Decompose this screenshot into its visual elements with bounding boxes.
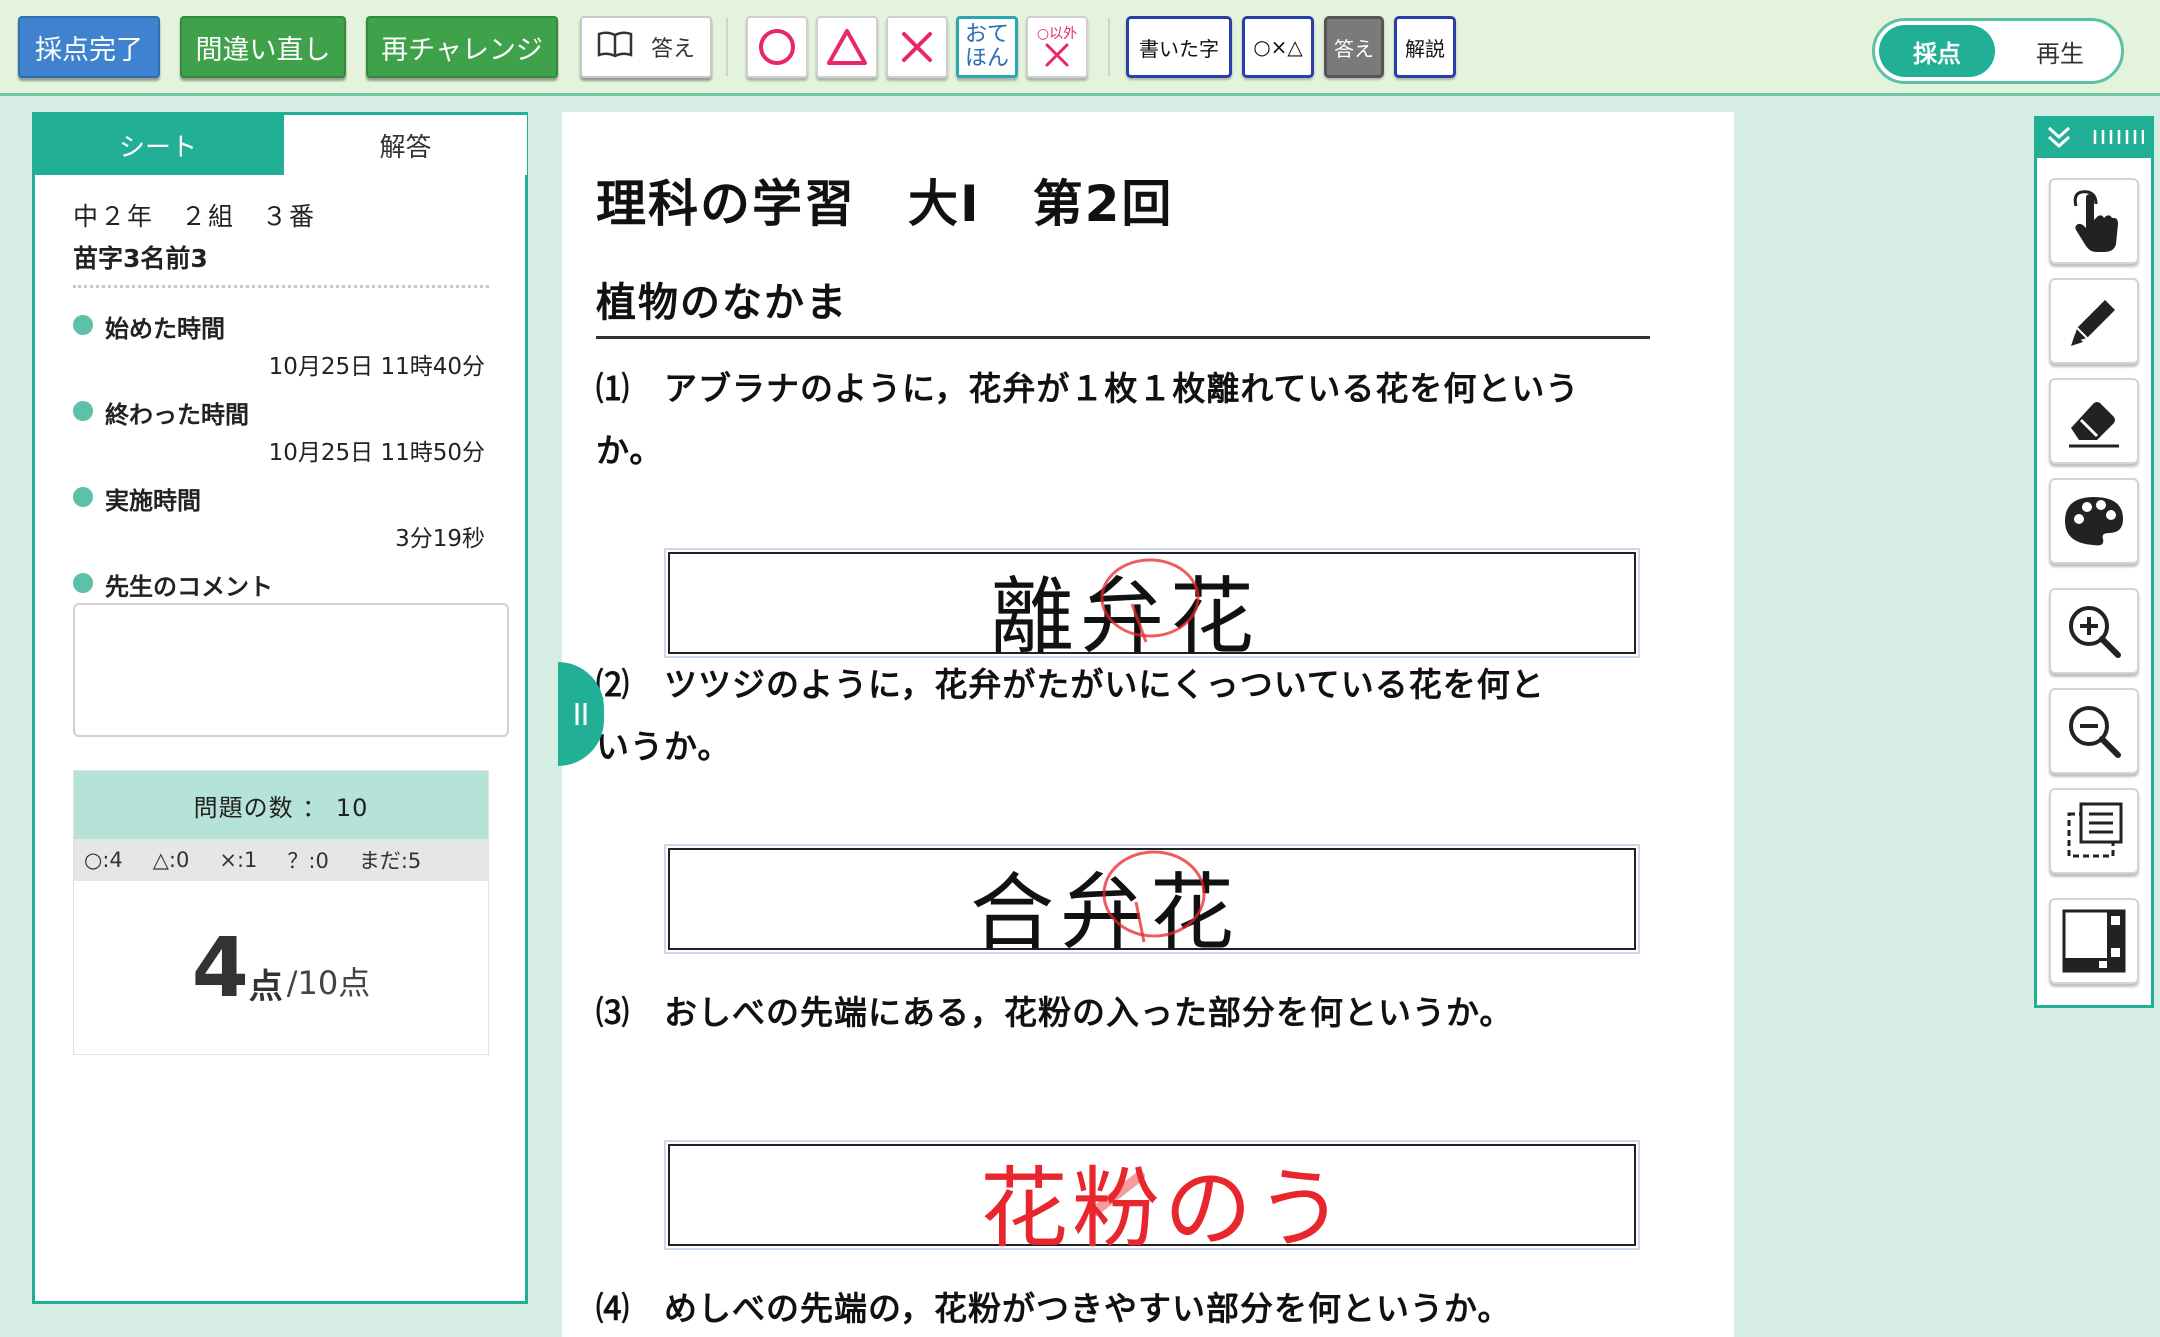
- bullet-icon: [73, 315, 93, 335]
- section-title: 植物のなかま: [596, 280, 848, 326]
- score-value: 4: [191, 921, 249, 1016]
- worksheet-page[interactable]: 理科の学習 大Ⅰ 第2回 植物のなかま ⑴ アブラナのように，花弁が１枚１枚離れ…: [562, 112, 1734, 1337]
- top-toolbar: 採点完了 間違い直し 再チャレンジ 答え おてほん ○以外 書いた字 ○×△ 答…: [0, 0, 2160, 96]
- student-info-panel: シート 解答 中２年 ２組 ３番 苗字3名前3 始めた時間 10月25日 11時…: [32, 112, 528, 1304]
- zoom-in-icon: [2069, 606, 2121, 658]
- page-title: 理科の学習 大Ⅰ 第2回: [596, 175, 1174, 233]
- book-icon: [597, 30, 633, 64]
- filter-answer-button[interactable]: 答え: [1324, 16, 1384, 78]
- circle-mark-icon: [1100, 558, 1200, 643]
- color-tool-button[interactable]: [2049, 478, 2139, 564]
- start-time-value: 10月25日 11時40分: [268, 354, 485, 380]
- question-1: ⑴ アブラナのように，花弁が１枚１枚離れている花を何という か。: [596, 358, 1579, 482]
- student-class: 中２年 ２組 ３番: [73, 202, 317, 231]
- toolbar-divider: [726, 18, 728, 76]
- question-count: 問題の数 ： 10: [74, 771, 488, 839]
- score-total: /10点: [286, 963, 371, 1002]
- question-text: ⑴ アブラナのように，花弁が１枚１枚離れている花を何という: [596, 369, 1580, 408]
- mode-grade-option[interactable]: 採点: [1879, 25, 1995, 77]
- count-cross: ×:1: [219, 848, 258, 872]
- teacher-comment-input[interactable]: [73, 603, 509, 737]
- cross-mark-icon: [1089, 1171, 1145, 1217]
- pen-tool-button[interactable]: [2049, 278, 2139, 364]
- mode-play-option[interactable]: 再生: [2005, 25, 2115, 77]
- student-name: 苗字3名前3: [73, 244, 208, 273]
- page-layout-icon: [2062, 909, 2126, 973]
- eraser-tool-button[interactable]: [2049, 378, 2139, 464]
- count-circle: ○:4: [84, 848, 123, 872]
- touch-tool-button[interactable]: [2049, 178, 2139, 264]
- question-3: ⑶ おしべの先端にある，花粉の入った部分を何というか。: [596, 993, 1514, 1032]
- filter-marks-button[interactable]: ○×△: [1242, 16, 1314, 78]
- hand-pointer-icon: [2073, 190, 2118, 252]
- zoom-out-icon: [2069, 706, 2121, 758]
- bullet-icon: [73, 487, 93, 507]
- triangle-mark-button[interactable]: [816, 16, 878, 78]
- score-display: 4 点 /10点: [74, 881, 488, 1056]
- end-time-value: 10月25日 11時50分: [268, 440, 485, 466]
- mode-toggle[interactable]: 採点 再生: [1872, 18, 2124, 84]
- toolbar-divider: [1108, 18, 1110, 76]
- mark-counts: ○:4 △:0 ×:1 ？:0 まだ:5: [74, 839, 488, 881]
- score-unit: 点: [248, 967, 283, 1007]
- triangle-icon: [827, 29, 867, 65]
- zoom-out-button[interactable]: [2049, 688, 2139, 774]
- not-circle-label: ○以外: [1036, 26, 1078, 42]
- rechallenge-button[interactable]: 再チャレンジ: [366, 16, 558, 78]
- filter-written-button[interactable]: 書いた字: [1126, 16, 1232, 78]
- bullet-icon: [73, 573, 93, 593]
- question-2: ⑵ ツツジのように，花弁がたがいにくっついている花を何と いうか。: [596, 654, 1545, 778]
- palette-icon: [2065, 497, 2123, 546]
- not-circle-mark-button[interactable]: ○以外: [1026, 16, 1088, 78]
- duration-label: 実施時間: [105, 487, 201, 515]
- selection-icon: [2067, 802, 2123, 858]
- tab-sheet[interactable]: シート: [35, 115, 281, 175]
- retry-mistakes-button[interactable]: 間違い直し: [180, 16, 346, 78]
- count-pending: まだ:5: [358, 849, 422, 873]
- question-text: ⑵ ツツジのように，花弁がたがいにくっついている花を何と: [596, 665, 1545, 704]
- question-4: ⑷ めしべの先端の，花粉がつきやすい部分を何というか。: [596, 1289, 1512, 1328]
- circle-icon: [759, 29, 795, 65]
- answer-box-2[interactable]: 合弁花: [664, 844, 1640, 962]
- bullet-icon: [73, 401, 93, 421]
- count-question: ？:0: [287, 849, 329, 873]
- zoom-in-button[interactable]: [2049, 588, 2139, 674]
- score-summary: 問題の数 ： 10 ○:4 △:0 ×:1 ？:0 まだ:5 4 点 /10点: [73, 770, 489, 1055]
- tab-answer[interactable]: 解答: [281, 115, 527, 175]
- answer-book-button[interactable]: 答え: [580, 16, 712, 78]
- question-text: か。: [596, 431, 664, 470]
- circle-mark-button[interactable]: [746, 16, 808, 78]
- drag-handle-icon: [2093, 130, 2144, 144]
- select-area-button[interactable]: [2049, 788, 2139, 874]
- answer-box-3[interactable]: 花粉のう: [664, 1140, 1640, 1260]
- tool-panel: [2034, 116, 2154, 1008]
- start-time-label: 始めた時間: [105, 315, 225, 343]
- cross-icon: [1045, 43, 1069, 67]
- layout-view-button[interactable]: [2049, 898, 2139, 984]
- cross-icon: [902, 32, 932, 62]
- divider: [73, 285, 489, 288]
- tool-panel-header[interactable]: [2034, 116, 2154, 158]
- cross-mark-button[interactable]: [886, 16, 948, 78]
- filter-explain-button[interactable]: 解説: [1394, 16, 1456, 78]
- comment-label: 先生のコメント: [105, 573, 273, 601]
- circle-mark-icon: [1102, 850, 1206, 943]
- answer-book-label: 答え: [650, 37, 695, 62]
- end-time-label: 終わった時間: [105, 401, 249, 429]
- finish-grading-button[interactable]: 採点完了: [18, 16, 160, 78]
- question-text: いうか。: [596, 727, 732, 766]
- pencil-icon: [2071, 300, 2115, 346]
- grip-icon: [575, 703, 587, 725]
- double-chevron-down-icon: [2047, 126, 2071, 148]
- model-mark-button[interactable]: おてほん: [956, 16, 1018, 78]
- eraser-icon: [2069, 402, 2119, 448]
- model-mark-label: おてほん: [964, 22, 1009, 71]
- count-triangle: △:0: [152, 848, 190, 872]
- duration-value: 3分19秒: [395, 526, 485, 552]
- answer-box-1[interactable]: 離弁花: [664, 548, 1640, 666]
- title-underline: [596, 336, 1650, 339]
